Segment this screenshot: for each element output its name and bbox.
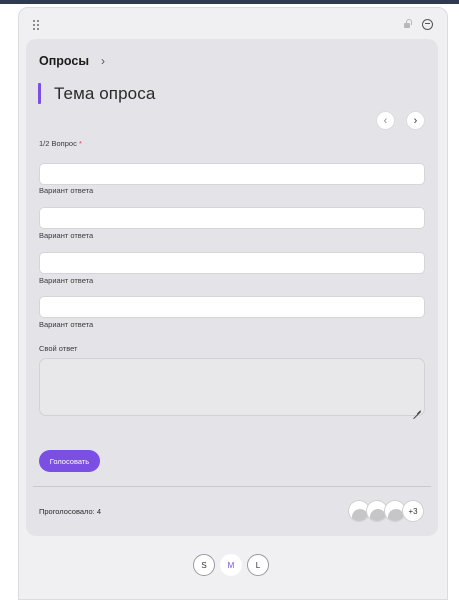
breadcrumb: Опросы › — [39, 54, 105, 68]
top-strip — [0, 0, 459, 4]
vote-button[interactable]: Голосовать — [39, 450, 100, 472]
voter-avatars[interactable]: +3 — [348, 500, 428, 522]
own-answer-label: Свой ответ — [39, 344, 78, 353]
question-label: 1/2 Вопрос * — [39, 139, 82, 148]
drag-handle-icon[interactable] — [33, 20, 41, 30]
size-s-button[interactable]: S — [193, 554, 215, 576]
minus-circle-icon[interactable] — [422, 18, 433, 30]
answer-option-input-2[interactable] — [39, 207, 425, 229]
answer-option-caption: Вариант ответа — [39, 186, 94, 195]
size-l-button[interactable]: L — [247, 554, 269, 576]
answer-option-caption: Вариант ответа — [39, 231, 94, 240]
answer-option-input-4[interactable] — [39, 296, 425, 318]
prev-question-button[interactable]: ‹ — [376, 111, 395, 130]
size-selector: S M L — [193, 554, 269, 576]
own-answer-textarea[interactable] — [39, 358, 425, 416]
title-block: Тема опроса — [38, 83, 155, 104]
resize-grip-icon[interactable] — [413, 404, 421, 412]
answer-option-input-1[interactable] — [39, 163, 425, 185]
breadcrumb-polls[interactable]: Опросы — [39, 54, 89, 68]
answer-option-caption: Вариант ответа — [39, 320, 94, 329]
pin-icon[interactable] — [402, 18, 412, 30]
answer-option-input-3[interactable] — [39, 252, 425, 274]
window-controls — [402, 18, 433, 30]
avatars-more-badge[interactable]: +3 — [402, 500, 424, 522]
page-title: Тема опроса — [54, 83, 156, 103]
poll-card: Опросы › Тема опроса ‹ › 1/2 Вопрос * Ва… — [26, 39, 438, 536]
answer-option-caption: Вариант ответа — [39, 276, 94, 285]
divider — [33, 486, 431, 487]
chevron-right-icon[interactable]: › — [101, 54, 105, 68]
question-number: 1/2 Вопрос — [39, 139, 77, 148]
voted-count: Проголосовало: 4 — [39, 507, 101, 516]
size-m-button[interactable]: M — [220, 554, 242, 576]
title-accent-bar — [38, 83, 41, 104]
required-mark: * — [78, 139, 82, 148]
next-question-button[interactable]: › — [406, 111, 425, 130]
